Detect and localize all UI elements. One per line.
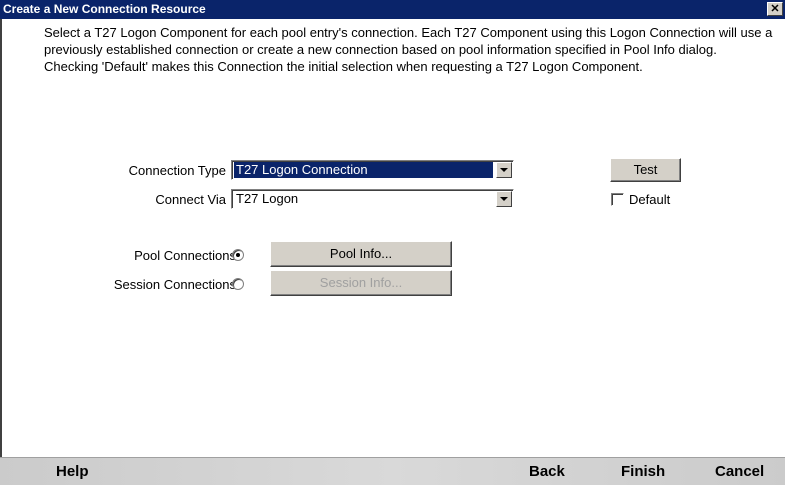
dialog-title: Create a New Connection Resource bbox=[3, 2, 206, 16]
pool-connections-label: Pool Connections bbox=[134, 248, 236, 263]
connection-type-select[interactable]: T27 Logon Connection bbox=[231, 160, 514, 180]
cancel-button[interactable]: Cancel bbox=[715, 463, 764, 480]
test-button[interactable]: Test bbox=[610, 158, 681, 182]
pool-connections-radio[interactable] bbox=[232, 249, 244, 261]
radio-selected-dot bbox=[236, 253, 240, 257]
session-connections-radio[interactable] bbox=[232, 278, 244, 290]
connect-via-value: T27 Logon bbox=[236, 191, 299, 206]
connection-type-value: T27 Logon Connection bbox=[234, 162, 493, 178]
default-label: Default bbox=[629, 192, 671, 207]
close-icon[interactable]: ✕ bbox=[767, 2, 783, 16]
connect-via-select[interactable]: T27 Logon bbox=[231, 189, 514, 209]
help-button[interactable]: Help bbox=[56, 463, 89, 480]
session-info-button[interactable]: Session Info... bbox=[270, 270, 452, 296]
dialog-titlebar: Create a New Connection Resource ✕ bbox=[0, 0, 785, 19]
dialog-footer: Help Back Finish Cancel bbox=[0, 457, 785, 485]
connect-via-label: Connect Via bbox=[155, 192, 226, 207]
dialog-description: Select a T27 Logon Component for each po… bbox=[44, 25, 773, 74]
finish-button[interactable]: Finish bbox=[621, 463, 665, 480]
session-connections-label: Session Connections bbox=[113, 277, 236, 292]
pool-info-button[interactable]: Pool Info... bbox=[270, 241, 452, 267]
chevron-down-icon[interactable] bbox=[496, 191, 512, 207]
connection-type-label: Connection Type bbox=[128, 163, 226, 178]
back-button[interactable]: Back bbox=[529, 463, 565, 480]
default-checkbox[interactable] bbox=[611, 193, 624, 206]
chevron-down-icon[interactable] bbox=[496, 162, 512, 178]
dialog-left-border bbox=[0, 19, 2, 457]
